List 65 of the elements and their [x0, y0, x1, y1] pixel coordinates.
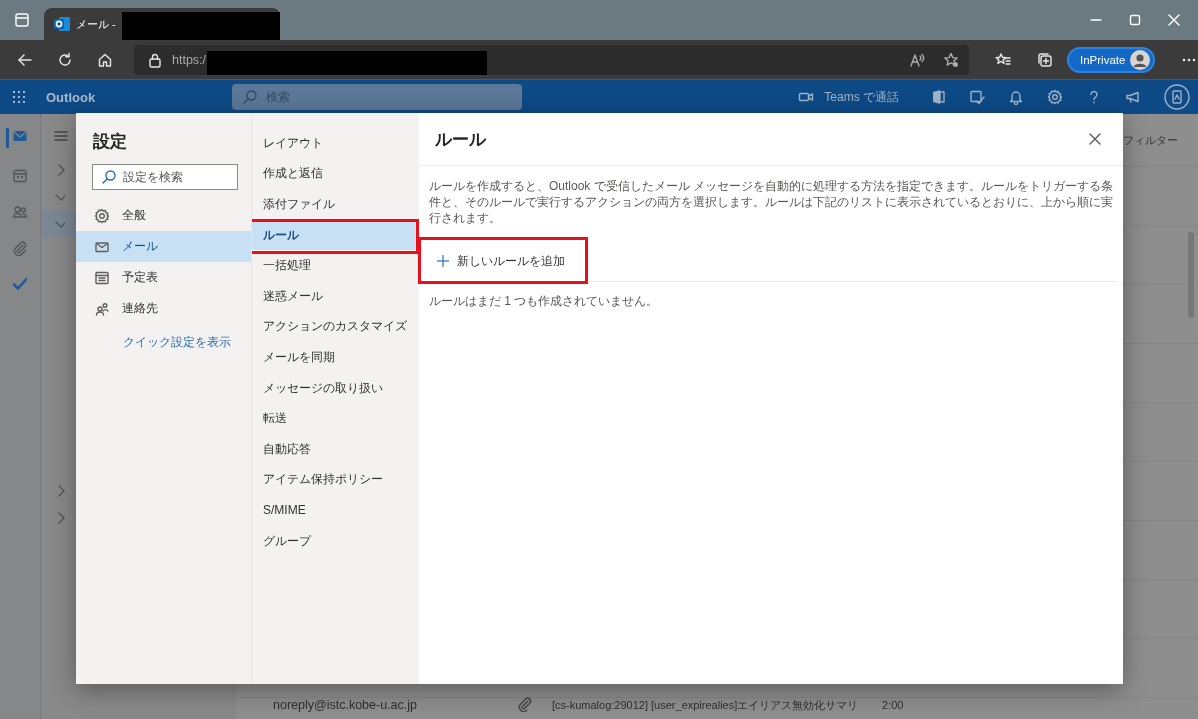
settings-category[interactable]: 予定表 [76, 262, 251, 293]
settings-subcategory[interactable]: 迷惑メール [252, 280, 417, 312]
search-icon [101, 169, 117, 185]
panel-title: ルール [435, 128, 486, 151]
mail-sender: noreply@istc.kobe-u.ac.jp [273, 698, 418, 712]
tab-title: メール - [76, 16, 116, 32]
gear-icon [94, 207, 110, 224]
inprivate-label: InPrivate [1080, 53, 1126, 66]
add-rule-button[interactable]: 新しいルールを追加 [431, 250, 569, 272]
close-icon[interactable] [1087, 131, 1103, 147]
settings-subcategory[interactable]: 作成と返信 [252, 158, 417, 190]
settings-subcategory[interactable]: グループ [252, 525, 417, 557]
settings-subcategory[interactable]: S/MIME [252, 495, 417, 526]
close-icon[interactable] [1166, 12, 1182, 28]
teams-call-button[interactable]: Teams で通話 [798, 88, 899, 106]
edit-check-icon[interactable] [969, 89, 985, 105]
settings-category[interactable]: メール [76, 231, 251, 262]
settings-category[interactable]: 全般 [76, 200, 251, 231]
read-aloud-icon[interactable] [909, 51, 925, 68]
avatar-icon [1130, 49, 1150, 70]
lock-icon [147, 51, 163, 68]
calendar-icon [94, 269, 110, 286]
inprivate-button[interactable]: InPrivate [1067, 46, 1155, 73]
settings-icon[interactable] [1047, 89, 1063, 105]
empty-message: ルールはまだ 1 つも作成されていません。 [429, 293, 660, 310]
tab-actions-icon[interactable] [14, 12, 30, 28]
checkmark-icon[interactable] [12, 276, 28, 292]
settings-subcategory[interactable]: 自動応答 [252, 433, 417, 465]
settings-subcategory[interactable]: アクションのカスタマイズ [252, 311, 417, 343]
folder-row[interactable] [41, 210, 77, 237]
settings-subcategory[interactable]: メッセージの取り扱い [252, 372, 417, 404]
account-icon[interactable] [1164, 84, 1190, 110]
plus-icon [435, 253, 451, 269]
maximize-icon[interactable] [1127, 12, 1143, 28]
settings-subcategory[interactable]: 添付ファイル [252, 189, 417, 220]
paperclip-icon[interactable] [12, 240, 28, 256]
megaphone-icon[interactable] [1125, 89, 1141, 105]
settings-subcategory[interactable]: 一括処理 [252, 250, 417, 281]
bell-icon[interactable] [1008, 89, 1024, 105]
search-icon [242, 89, 259, 105]
favorites-icon[interactable] [995, 51, 1011, 68]
dialog-title: 設定 [93, 131, 128, 153]
settings-subcategory[interactable]: レイアウト [252, 128, 417, 159]
outlook-icon [54, 16, 70, 32]
star-add-icon[interactable] [943, 51, 959, 68]
address-field[interactable]: https:/ [134, 44, 969, 75]
settings-subcategory[interactable]: アイテム保持ポリシー [252, 464, 417, 496]
office-icon[interactable] [930, 89, 946, 105]
app-launcher-icon[interactable] [11, 89, 27, 105]
collections-icon[interactable] [1037, 51, 1053, 68]
settings-category[interactable]: 連絡先 [76, 293, 251, 324]
mail-subject: [cs-kumalog:29012] [user_expirealies]エイリアス無効化サマリ [552, 697, 860, 713]
home-icon[interactable] [97, 51, 113, 68]
search-field[interactable]: 設定を検索 [92, 164, 238, 190]
app-name: Outlook [46, 89, 96, 105]
description-text: ルールを作成すると、Outlook で受信したメール メッセージを自動的に処理する方法を指定できます。ルールをトリガーする条件と、そのルールで実行するアクションの両方を選択します。ルールは下記のリストに表示されているとおりに、上から順に実行されます。 [429, 178, 1115, 226]
settings-subcategory[interactable]: メールを同期 [252, 342, 417, 373]
quick-settings-link[interactable]: クイック設定を表示 [123, 334, 251, 351]
people-icon [94, 300, 110, 317]
browser-tab[interactable]: メール - [44, 8, 280, 40]
url-text: https:/ [172, 52, 207, 67]
settings-subcategory[interactable]: 転送 [252, 403, 417, 434]
refresh-icon[interactable] [57, 51, 73, 68]
menu-icon[interactable] [53, 128, 69, 144]
mail-time: 2:00 [882, 699, 904, 711]
